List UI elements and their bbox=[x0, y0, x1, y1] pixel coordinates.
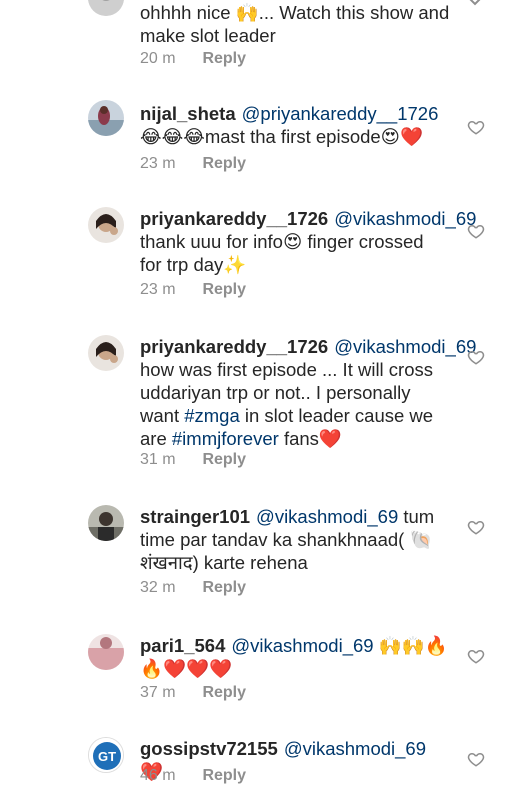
comment-text: ohhhh nice 🙌... Watch this show and make… bbox=[140, 1, 450, 47]
mention-link[interactable]: @vikashmodi_69 bbox=[256, 506, 398, 527]
hashtag-link[interactable]: #immjforever bbox=[172, 428, 279, 449]
comment-time: 20 m bbox=[140, 50, 176, 67]
comment-time: 23 m bbox=[140, 281, 176, 298]
avatar[interactable] bbox=[88, 634, 124, 670]
comment-time: 37 m bbox=[140, 684, 176, 701]
reply-button[interactable]: Reply bbox=[202, 451, 246, 468]
comment-meta: 20 m Reply bbox=[140, 50, 246, 68]
comment-username[interactable]: priyankareddy__1726 bbox=[140, 208, 328, 229]
reply-button[interactable]: Reply bbox=[202, 50, 246, 67]
comment-time: 32 m bbox=[140, 579, 176, 596]
comment-time: 31 m bbox=[140, 451, 176, 468]
avatar[interactable]: GT bbox=[88, 737, 124, 773]
mention-link[interactable]: @vikashmodi_69 bbox=[231, 635, 373, 656]
avatar[interactable] bbox=[88, 100, 124, 136]
comment-username[interactable]: pari1_564 bbox=[140, 635, 225, 656]
comment-meta: 46 m Reply bbox=[140, 767, 246, 785]
comment-username[interactable]: strainger101 bbox=[140, 506, 250, 527]
mention-link[interactable]: @priyankareddy__1726 bbox=[242, 103, 439, 124]
reply-button[interactable]: Reply bbox=[202, 155, 246, 172]
hashtag-link[interactable]: #zmga bbox=[184, 405, 240, 426]
reply-button[interactable]: Reply bbox=[202, 579, 246, 596]
comment-text: pari1_564 @vikashmodi_69 🙌🙌🔥🔥❤️❤️❤️ bbox=[140, 634, 450, 680]
avatar[interactable] bbox=[88, 207, 124, 243]
comment-meta: 23 m Reply bbox=[140, 281, 246, 299]
reply-button[interactable]: Reply bbox=[202, 281, 246, 298]
avatar[interactable] bbox=[88, 505, 124, 541]
comment-meta: 37 m Reply bbox=[140, 684, 246, 702]
avatar[interactable] bbox=[88, 335, 124, 371]
like-heart-icon[interactable] bbox=[467, 348, 485, 366]
comment-body-text: ohhhh nice 🙌... Watch this show and make… bbox=[140, 2, 450, 46]
avatar-badge-text: GT bbox=[98, 749, 116, 764]
comment-text: priyankareddy__1726 @vikashmodi_69 how wa… bbox=[140, 335, 476, 450]
comment-username[interactable]: nijal_sheta bbox=[140, 103, 236, 124]
mention-link[interactable]: @vikashmodi_69 bbox=[334, 336, 476, 357]
comment-text: priyankareddy__1726 @vikashmodi_69 thank … bbox=[140, 207, 476, 276]
comment-meta: 32 m Reply bbox=[140, 579, 246, 597]
comment-text: nijal_sheta @priyankareddy__1726 😂😂😂mast … bbox=[140, 102, 450, 148]
mention-link[interactable]: @vikashmodi_69 bbox=[284, 738, 426, 759]
chevron-down-icon[interactable] bbox=[467, 0, 483, 8]
comment-meta: 23 m Reply bbox=[140, 155, 246, 173]
like-heart-icon[interactable] bbox=[467, 222, 485, 240]
comment-body-text: fans❤️ bbox=[278, 428, 342, 449]
comment-username[interactable]: gossipstv72155 bbox=[140, 738, 278, 759]
mention-link[interactable]: @vikashmodi_69 bbox=[334, 208, 476, 229]
comment-meta: 31 m Reply bbox=[140, 451, 246, 469]
reply-button[interactable]: Reply bbox=[202, 767, 246, 784]
like-heart-icon[interactable] bbox=[467, 750, 485, 768]
comment-time: 46 m bbox=[140, 767, 176, 784]
comment-time: 23 m bbox=[140, 155, 176, 172]
comment-body-text: thank uuu for info😍 finger crossed for t… bbox=[140, 231, 424, 275]
like-heart-icon[interactable] bbox=[467, 518, 485, 536]
comment-username[interactable]: priyankareddy__1726 bbox=[140, 336, 328, 357]
comment-body: ohhhh nice 🙌... Watch this show and make… bbox=[140, 2, 449, 46]
like-heart-icon[interactable] bbox=[467, 118, 485, 136]
reply-button[interactable]: Reply bbox=[202, 684, 246, 701]
comment-text: strainger101 @vikashmodi_69 tum time par … bbox=[140, 505, 450, 574]
like-heart-icon[interactable] bbox=[467, 647, 485, 665]
avatar[interactable] bbox=[88, 0, 124, 16]
comment-body-text: 😂😂😂mast tha first episode😍❤️ bbox=[140, 126, 424, 147]
